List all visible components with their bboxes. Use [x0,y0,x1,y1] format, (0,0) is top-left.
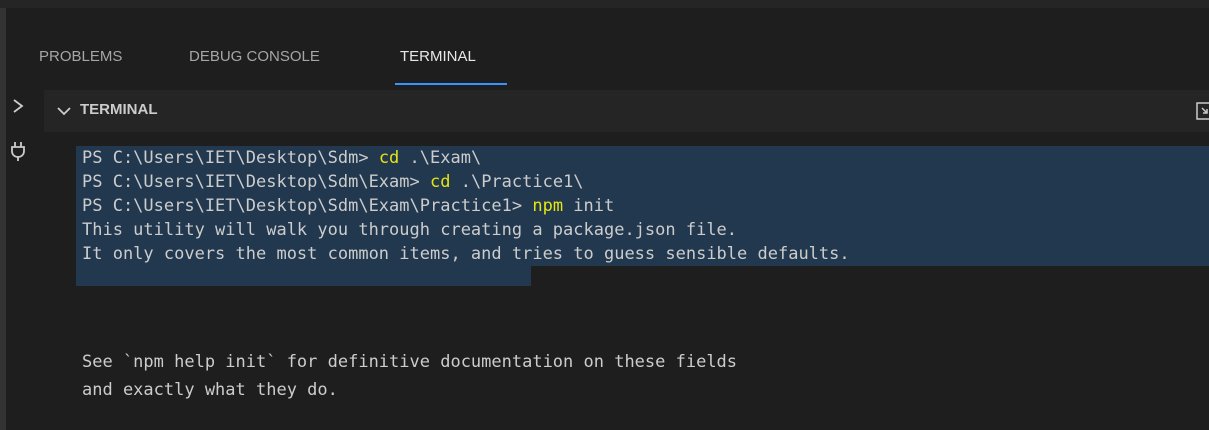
panel-tab-bar: PROBLEMS DEBUG CONSOLE TERMINAL [6,8,1209,90]
tab-terminal[interactable]: TERMINAL [400,48,476,65]
terminal-command: cd [378,148,400,168]
terminal-line: See `npm help init` for definitive docum… [82,352,738,372]
terminal-line: PS C:\Users\IET\Desktop\Sdm> cd .\Exam\ [82,146,481,170]
terminal-args: .\Exam\ [399,148,482,168]
terminal-line: and exactly what they do. [82,380,338,400]
terminal-prompt: PS C:\Users\IET\Desktop\Sdm\Exam> [82,172,430,192]
top-strip [0,0,1209,8]
maximize-panel-icon[interactable] [1195,100,1209,122]
section-title: TERMINAL [80,101,158,118]
terminal-command: npm [532,196,564,216]
tab-problems[interactable]: PROBLEMS [39,48,122,65]
chevron-down-icon[interactable] [56,104,72,118]
selection-highlight [76,266,531,286]
terminal-line: It only covers the most common items, an… [82,244,850,264]
terminal-line: PS C:\Users\IET\Desktop\Sdm\Exam> cd .\P… [82,170,584,194]
terminal-args: .\Practice1\ [450,172,584,192]
chevron-right-icon[interactable] [10,96,26,116]
terminal-prompt: PS C:\Users\IET\Desktop\Sdm> [82,148,379,168]
active-tab-indicator [395,83,507,85]
terminal-line: PS C:\Users\IET\Desktop\Sdm\Exam\Practic… [82,194,614,218]
terminal-args: init [563,196,615,216]
plug-icon[interactable] [10,140,26,162]
tab-debug-console[interactable]: DEBUG CONSOLE [189,48,320,65]
terminal-line: This utility will walk you through creat… [82,220,738,240]
terminal-section-header[interactable]: TERMINAL [44,90,1209,132]
terminal-output[interactable]: PS C:\Users\IET\Desktop\Sdm> cd .\Exam\ … [44,132,1209,430]
terminal-prompt: PS C:\Users\IET\Desktop\Sdm\Exam\Practic… [82,196,533,216]
terminal-command: cd [430,172,451,192]
